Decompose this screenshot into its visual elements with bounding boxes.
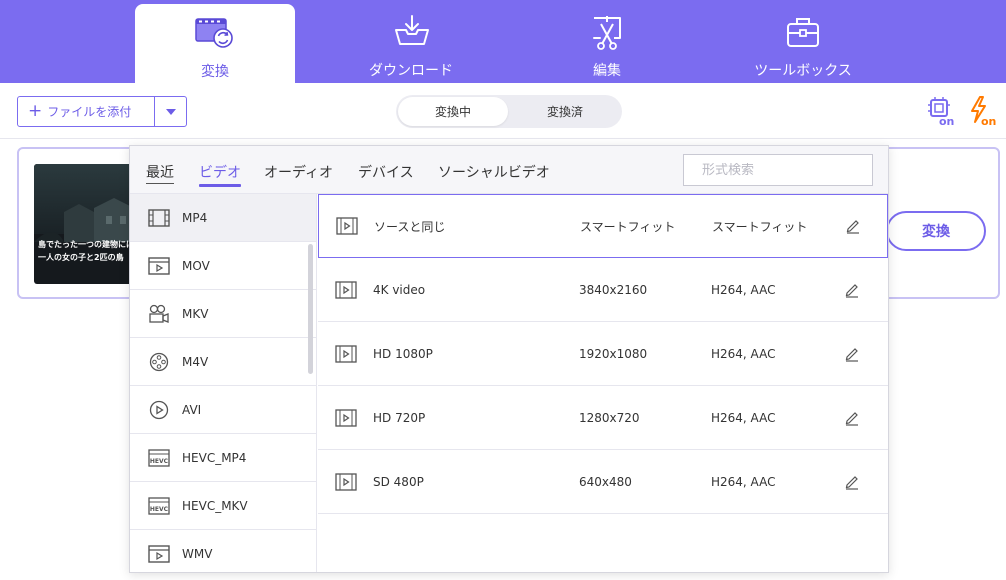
output-format-popup: 最近 ビデオ オーディオ デバイス ソーシャルビデオ MP4 <box>129 145 889 573</box>
subtitle-line: 一人の女の子と2匹の鳥 <box>38 253 124 262</box>
nav-tab-label: ダウンロード <box>369 63 453 79</box>
play-circle-icon <box>149 400 169 419</box>
caret-down-icon <box>165 108 176 115</box>
gpu-acceleration-icon[interactable]: on <box>926 96 958 126</box>
category-tab-video[interactable]: ビデオ <box>199 162 241 182</box>
film-play-icon <box>148 544 170 563</box>
format-search-box <box>683 154 873 186</box>
format-label: HEVC_MKV <box>182 498 248 513</box>
film-play-icon <box>148 256 170 275</box>
format-item-m4v[interactable]: M4V <box>130 338 316 386</box>
video-file-icon <box>335 408 357 427</box>
camera-icon <box>149 304 169 323</box>
svg-text:HEVC: HEVC <box>150 458 169 465</box>
edit-pencil-icon[interactable] <box>844 282 860 298</box>
speed-on-text: on <box>981 115 996 126</box>
format-label: MP4 <box>182 210 208 225</box>
format-item-mov[interactable]: MOV <box>130 242 316 290</box>
preset-list: ソースと同じ スマートフィット スマートフィット 4K video 3840x2… <box>318 194 888 572</box>
format-label: MKV <box>182 306 209 321</box>
film-icon <box>148 208 170 227</box>
category-tab-audio[interactable]: オーディオ <box>264 162 333 182</box>
nav-tab-label: ツールボックス <box>754 63 852 79</box>
video-file-icon <box>335 344 357 363</box>
preset-name: HD 720P <box>373 410 426 425</box>
preset-resolution: 3840x2160 <box>579 282 648 297</box>
category-tab-social-video[interactable]: ソーシャルビデオ <box>438 162 550 182</box>
nav-tab-convert[interactable]: 変換 <box>135 4 295 83</box>
preset-resolution: 1920x1080 <box>579 346 648 361</box>
preset-codec: H264, AAC <box>711 282 776 297</box>
edit-pencil-icon[interactable] <box>844 474 860 490</box>
format-search-input[interactable] <box>702 162 872 178</box>
scissors-edit-icon <box>593 16 621 50</box>
active-category-indicator <box>199 184 241 187</box>
preset-codec: H264, AAC <box>711 474 776 489</box>
format-label: AVI <box>182 402 202 417</box>
add-file-label: ファイルを添付 <box>47 105 132 119</box>
category-tab-device[interactable]: デバイス <box>358 162 414 182</box>
preset-codec: H264, AAC <box>711 346 776 361</box>
nav-tab-download[interactable]: ダウンロード <box>331 0 491 83</box>
svg-text:HEVC: HEVC <box>150 506 169 513</box>
format-item-wmv[interactable]: WMV <box>130 530 316 572</box>
format-item-hevc-mp4[interactable]: HEVC HEVC_MP4 <box>130 434 316 482</box>
convert-button[interactable]: 変換 <box>886 211 986 251</box>
conversion-status-toggle: 変換中 変換済 <box>396 95 622 128</box>
format-label: WMV <box>182 546 213 561</box>
preset-name: 4K video <box>373 282 426 297</box>
subtitle-line: 島でたった一つの建物には <box>38 240 134 249</box>
preset-codec: H264, AAC <box>711 410 776 425</box>
hevc-icon: HEVC <box>148 448 170 467</box>
format-label: M4V <box>182 354 209 369</box>
add-file-split-button: + ファイルを添付 <box>17 96 187 127</box>
tab-converting[interactable]: 変換中 <box>398 97 508 126</box>
format-item-mp4[interactable]: MP4 <box>130 194 316 242</box>
preset-codec: スマートフィット <box>712 219 808 234</box>
preset-name: SD 480P <box>373 474 424 489</box>
category-tab-recent[interactable]: 最近 <box>146 162 174 182</box>
add-file-dropdown-button[interactable] <box>154 97 186 126</box>
preset-row-720p[interactable]: HD 720P 1280x720 H264, AAC <box>318 386 888 450</box>
preset-row-4k[interactable]: 4K video 3840x2160 H264, AAC <box>318 258 888 322</box>
edit-pencil-icon[interactable] <box>845 218 861 234</box>
preset-resolution: 1280x720 <box>579 410 640 425</box>
format-item-avi[interactable]: AVI <box>130 386 316 434</box>
plus-icon: + <box>28 101 43 121</box>
nav-tab-edit[interactable]: 編集 <box>527 0 687 83</box>
film-reel-icon <box>149 352 169 371</box>
gpu-on-text: on <box>939 115 954 126</box>
toolbox-icon <box>787 18 819 47</box>
format-list: MP4 MOV MKV M4V AVI HEVC HEVC_MP4 HEVC H… <box>130 194 317 572</box>
preset-name: ソースと同じ <box>374 219 446 234</box>
format-list-scrollbar[interactable] <box>308 244 313 374</box>
video-file-icon <box>335 472 357 491</box>
high-speed-icon[interactable]: on <box>968 96 1000 126</box>
nav-tab-label: 変換 <box>201 64 229 80</box>
top-nav-bar: 変換 ダウンロード 編集 ツールボックス <box>0 0 1006 83</box>
add-file-button[interactable]: + ファイルを添付 <box>18 97 154 126</box>
format-label: HEVC_MP4 <box>182 450 247 465</box>
nav-tab-label: 編集 <box>593 63 621 79</box>
video-file-icon <box>335 280 357 299</box>
download-tray-icon <box>395 15 429 45</box>
video-file-icon <box>336 217 358 235</box>
tab-converted[interactable]: 変換済 <box>510 97 620 126</box>
preset-name: HD 1080P <box>373 346 433 361</box>
nav-tab-toolbox[interactable]: ツールボックス <box>723 0 883 83</box>
preset-row-source[interactable]: ソースと同じ スマートフィット スマートフィット <box>318 194 888 258</box>
preset-row-480p[interactable]: SD 480P 640x480 H264, AAC <box>318 450 888 514</box>
format-category-bar: 最近 ビデオ オーディオ デバイス ソーシャルビデオ <box>130 146 888 194</box>
preset-resolution: スマートフィット <box>580 219 676 234</box>
format-item-hevc-mkv[interactable]: HEVC HEVC_MKV <box>130 482 316 530</box>
preset-row-1080p[interactable]: HD 1080P 1920x1080 H264, AAC <box>318 322 888 386</box>
edit-pencil-icon[interactable] <box>844 410 860 426</box>
preset-resolution: 640x480 <box>579 474 632 489</box>
toolbar: + ファイルを添付 変換中 変換済 on on <box>0 83 1006 139</box>
format-item-mkv[interactable]: MKV <box>130 290 316 338</box>
format-label: MOV <box>182 258 210 273</box>
edit-pencil-icon[interactable] <box>844 346 860 362</box>
convert-film-icon <box>195 18 233 48</box>
hevc-icon: HEVC <box>148 496 170 515</box>
